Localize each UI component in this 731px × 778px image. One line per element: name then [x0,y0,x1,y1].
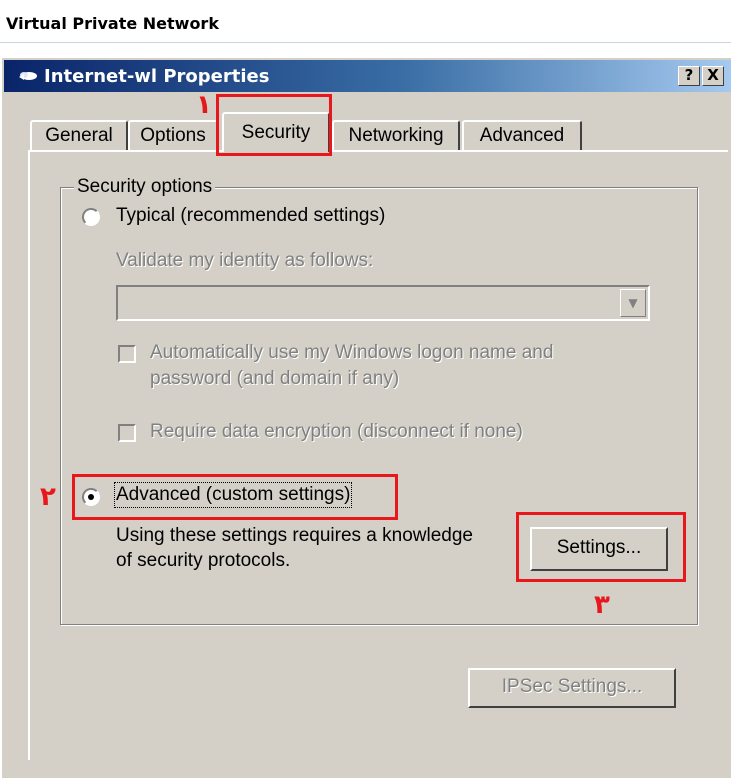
help-button[interactable]: ? [678,66,700,86]
annotation-step-3: ٣ [594,590,610,620]
page-header: Virtual Private Network [0,0,731,43]
close-button[interactable]: X [702,66,724,86]
advanced-note-line1: Using these settings requires a knowledg… [116,525,473,546]
encryption-checkbox[interactable] [118,424,136,442]
annotation-box-settings-button [516,512,686,582]
dialog-titlebar[interactable]: Internet-wl Properties ? X [4,60,731,92]
typical-radio[interactable] [82,208,100,226]
validate-identity-dropdown[interactable]: ▼ [116,285,650,321]
dropdown-arrow-icon[interactable]: ▼ [620,289,646,317]
annotation-step-2: ٢ [40,482,56,512]
tab-networking[interactable]: Networking [332,120,460,150]
encryption-label: Require data encryption (disconnect if n… [150,421,523,442]
tab-advanced[interactable]: Advanced [462,120,582,150]
advanced-note-line2: of security protocols. [116,550,291,571]
security-options-label: Security options [74,176,216,198]
validate-identity-label: Validate my identity as follows: [116,250,374,271]
auto-logon-checkbox[interactable] [118,345,136,363]
typical-radio-label[interactable]: Typical (recommended settings) [116,205,385,227]
tab-options[interactable]: Options [128,120,218,150]
dialog-title: Internet-wl Properties [44,66,270,87]
annotation-box-security-tab [216,94,332,156]
auto-logon-label-line1: Automatically use my Windows logon name … [150,342,554,363]
page-heading: Virtual Private Network [6,14,219,33]
network-connection-icon [19,72,37,80]
annotation-box-advanced-radio [72,474,398,520]
ipsec-settings-button[interactable]: IPSec Settings... [468,668,676,708]
tab-general[interactable]: General [30,120,128,150]
annotation-step-1: ١ [196,90,212,120]
auto-logon-label-line2: password (and domain if any) [150,368,400,389]
